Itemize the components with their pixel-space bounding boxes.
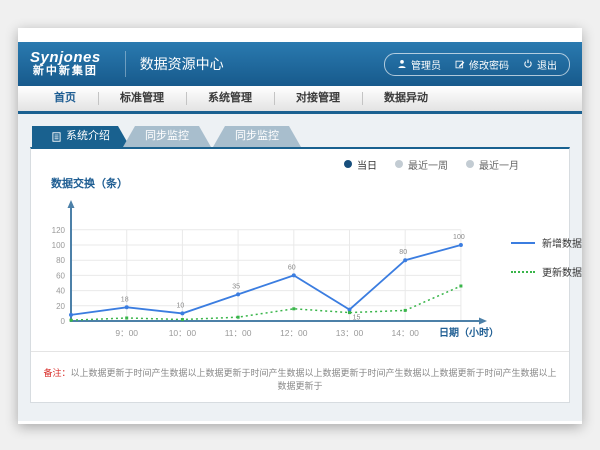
radio-label: 最近一周: [408, 157, 448, 172]
svg-text:80: 80: [56, 256, 65, 265]
footnote: 备注：以上数据更新于时间产生数据以上数据更新于时间产生数据以上数据更新于时间产生…: [41, 366, 559, 394]
svg-text:35: 35: [232, 283, 240, 290]
logout-button[interactable]: 退出: [523, 57, 557, 72]
svg-text:10：00: 10：00: [169, 328, 197, 338]
tab-sync-monitor-2[interactable]: 同步监控: [213, 126, 301, 147]
nav-item-standard-mgmt[interactable]: 标准管理: [98, 86, 186, 111]
footnote-text: 以上数据更新于时间产生数据以上数据更新于时间产生数据以上数据更新于时间产生数据以…: [71, 368, 557, 391]
user-menu: 管理员 修改密码 退出: [384, 53, 570, 76]
nav-item-home[interactable]: 首页: [32, 86, 98, 111]
chart-row: 0 20 40 60 80 100 120 9：00 10：00 11：00 12：00 13：00 1…: [41, 193, 559, 343]
radio-label: 最近一月: [479, 157, 519, 172]
divider: [31, 351, 569, 352]
logout-label: 退出: [537, 57, 557, 72]
app-window: Synjones 新中新集团 数据资源中心 管理员 修改密码: [18, 28, 582, 424]
tab-system-intro[interactable]: 系统介绍: [32, 126, 130, 147]
legend-label: 更新数据: [542, 264, 582, 279]
svg-text:12：00: 12：00: [280, 328, 308, 338]
svg-text:40: 40: [56, 287, 65, 296]
tab-label: 系统介绍: [66, 126, 110, 147]
svg-text:10: 10: [177, 302, 185, 309]
user-icon: [397, 59, 407, 69]
header-bar: Synjones 新中新集团 数据资源中心 管理员 修改密码: [18, 42, 582, 86]
admin-label: 管理员: [411, 57, 441, 72]
svg-text:9：00: 9：00: [115, 328, 138, 338]
change-password-label: 修改密码: [469, 57, 509, 72]
svg-text:120: 120: [52, 226, 66, 235]
radio-last-month[interactable]: 最近一月: [466, 157, 519, 172]
svg-text:15: 15: [353, 315, 361, 322]
legend-item-new-data: 新增数据: [511, 235, 582, 250]
nav-item-system-mgmt[interactable]: 系统管理: [186, 86, 274, 111]
svg-text:100: 100: [453, 234, 465, 241]
radio-dot-icon: [395, 160, 403, 168]
edit-icon: [455, 59, 465, 69]
legend-line-dotted-icon: [511, 271, 535, 273]
change-password-button[interactable]: 修改密码: [455, 57, 509, 72]
radio-today[interactable]: 当日: [344, 157, 377, 172]
chart-legend: 新增数据 更新数据: [511, 235, 582, 343]
time-range-filter: 当日 最近一周 最近一月: [41, 157, 559, 171]
company-logo: Synjones 新中新集团: [30, 50, 113, 77]
nav-item-data-change[interactable]: 数据异动: [362, 86, 450, 111]
content-area: 系统介绍 同步监控 同步监控 当日 最近一周: [18, 114, 582, 421]
legend-label: 新增数据: [542, 235, 582, 250]
svg-text:100: 100: [52, 241, 66, 250]
svg-text:60: 60: [56, 271, 65, 280]
logo-text-cn: 新中新集团: [30, 66, 101, 78]
logo-text-en: Synjones: [30, 50, 101, 66]
y-axis-title: 数据交换（条）: [51, 175, 559, 191]
document-icon: [52, 132, 61, 142]
main-nav: 首页 标准管理 系统管理 对接管理 数据异动: [18, 86, 582, 114]
tab-sync-monitor-1[interactable]: 同步监控: [123, 126, 211, 147]
tab-label: 同步监控: [145, 126, 189, 147]
svg-text:14：00: 14：00: [391, 328, 419, 338]
window-top-strip: [18, 28, 582, 42]
radio-dot-icon: [466, 160, 474, 168]
svg-text:13：00: 13：00: [336, 328, 364, 338]
footnote-prefix: 备注：: [43, 368, 70, 378]
line-chart: 0 20 40 60 80 100 120 9：00 10：00 11：00 12：00 13：00 1…: [41, 193, 503, 343]
admin-user-button[interactable]: 管理员: [397, 57, 441, 72]
radio-last-week[interactable]: 最近一周: [395, 157, 448, 172]
page-title: 数据资源中心: [125, 51, 224, 77]
svg-text:60: 60: [288, 264, 296, 271]
radio-label: 当日: [357, 157, 377, 172]
radio-dot-icon: [344, 160, 352, 168]
svg-text:80: 80: [399, 249, 407, 256]
svg-text:11：00: 11：00: [225, 328, 252, 338]
legend-line-solid-icon: [511, 242, 535, 244]
chart-panel: 当日 最近一周 最近一月 数据交换（条） 0 20 40 60 80 100 120 9：00…: [30, 147, 570, 403]
nav-item-connect-mgmt[interactable]: 对接管理: [274, 86, 362, 111]
tab-label: 同步监控: [235, 126, 279, 147]
legend-item-updated-data: 更新数据: [511, 264, 582, 279]
svg-text:20: 20: [56, 302, 65, 311]
power-icon: [523, 59, 533, 69]
svg-text:日期（小时）: 日期（小时）: [439, 326, 499, 339]
svg-text:18: 18: [121, 296, 129, 303]
svg-text:0: 0: [61, 317, 66, 326]
tab-bar: 系统介绍 同步监控 同步监控: [30, 126, 570, 147]
